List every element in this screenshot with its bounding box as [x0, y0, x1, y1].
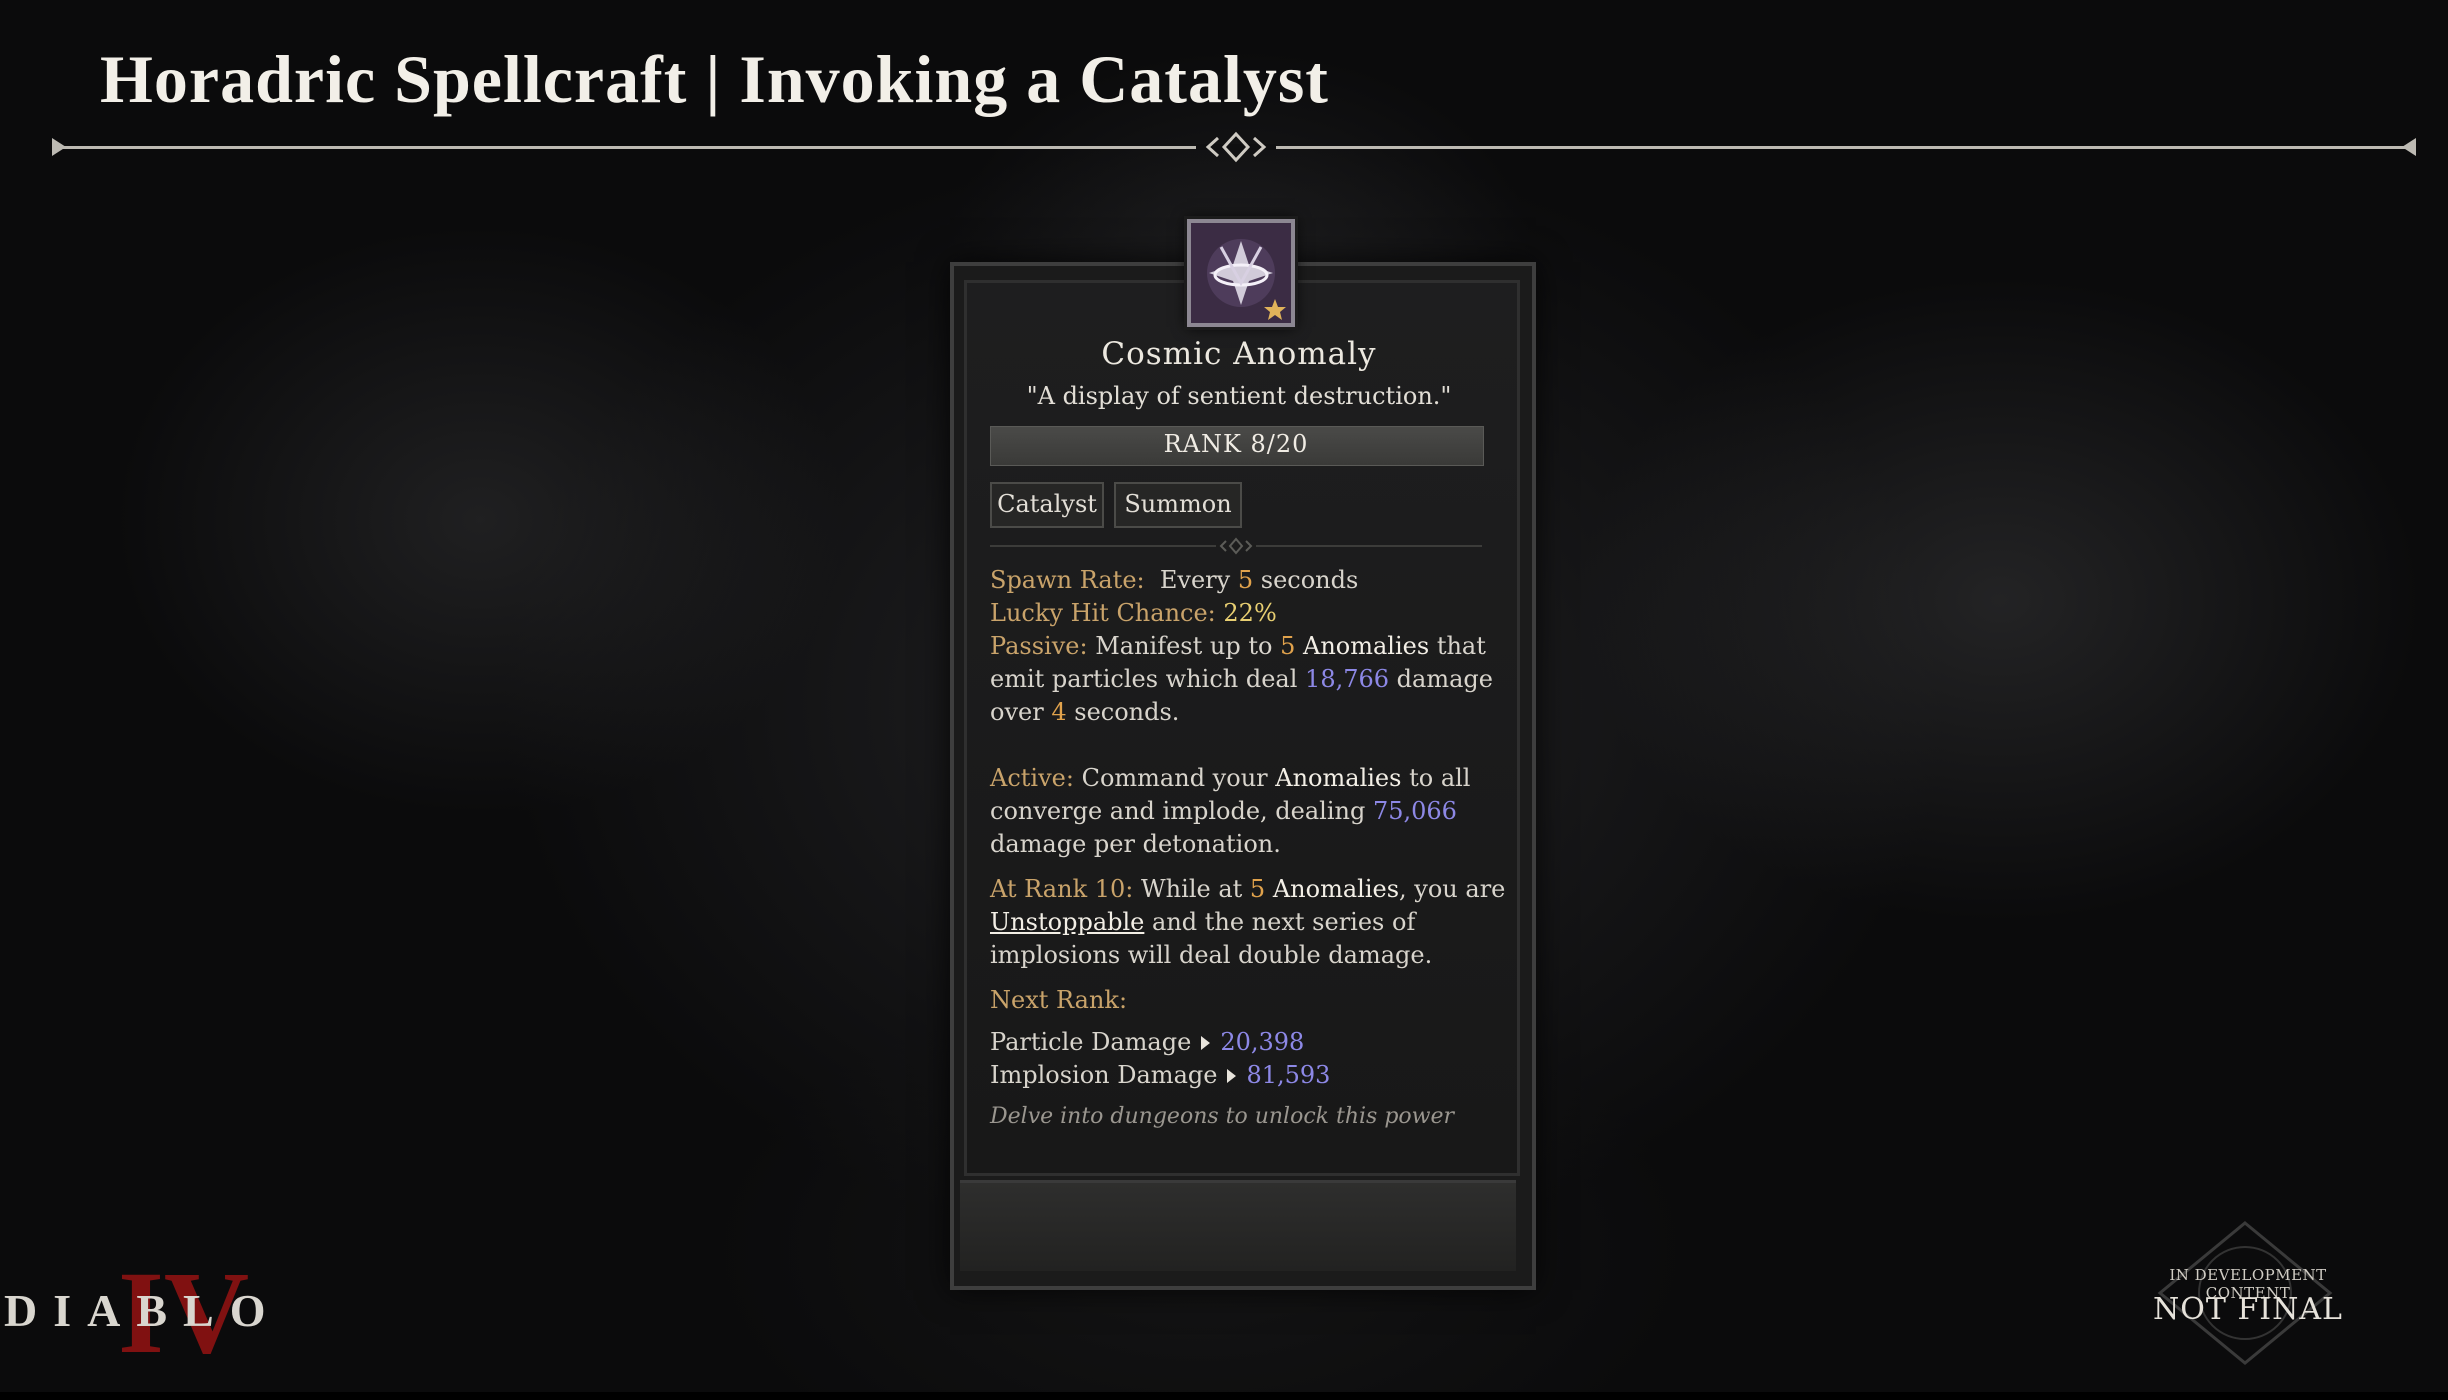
arrow-right-icon	[1227, 1068, 1237, 1083]
bottom-bar	[0, 1392, 2448, 1400]
power-name: Cosmic Anomaly	[1101, 336, 1377, 372]
rank10-count: 5	[1249, 875, 1266, 903]
lucky-hit-label: Lucky Hit Chance:	[990, 599, 1216, 627]
rank10-line-2: Unstoppable and the next series of	[990, 908, 1415, 936]
spawn-rate-value: 5	[1237, 566, 1254, 594]
divider-ornament-icon	[1196, 131, 1276, 163]
passive-count: 5	[1280, 632, 1296, 660]
spawn-rate-label: Spawn Rate:	[990, 566, 1145, 594]
passive-line-3: over 4 seconds.	[990, 698, 1179, 726]
rank10-text: and the next series of	[1152, 908, 1416, 936]
lucky-hit-value: 22%	[1223, 599, 1277, 627]
passive-text: emit particles which deal	[990, 665, 1298, 693]
power-flavor-text: "A display of sentient destruction."	[1026, 382, 1452, 410]
rank-label: RANK 8/20	[1163, 430, 1309, 458]
active-line-2: converge and implode, dealing 75,066	[990, 797, 1457, 825]
active-label: Active:	[990, 764, 1074, 792]
active-keyword: Anomalies	[1275, 764, 1402, 792]
passive-damage-value: 18,766	[1305, 665, 1390, 693]
unstoppable-link[interactable]: Unstoppable	[990, 908, 1144, 936]
rank10-keyword: Anomalies	[1272, 875, 1400, 903]
passive-line-1: Passive: Manifest up to 5 Anomalies that	[990, 632, 1486, 660]
passive-text: over	[990, 698, 1044, 726]
active-line-1: Active: Command your Anomalies to all	[990, 764, 1470, 792]
passive-text: Manifest up to	[1095, 632, 1273, 660]
rank10-label: At Rank 10:	[990, 875, 1134, 903]
rank10-text: , you are	[1399, 875, 1506, 903]
page-title: Horadric Spellcraft | Invoking a Catalys…	[100, 41, 1329, 117]
implosion-damage-label: Implosion Damage	[990, 1061, 1218, 1089]
passive-duration: 4	[1051, 698, 1067, 726]
particle-damage-value: 20,398	[1220, 1028, 1305, 1056]
diablo-logo: DIABLO	[4, 1285, 282, 1336]
implosion-damage-line: Implosion Damage 81,593	[990, 1061, 1330, 1089]
active-text: to all	[1409, 764, 1471, 792]
unlock-hint: Delve into dungeons to unlock this power	[990, 1104, 1455, 1129]
spawn-rate-post: seconds	[1260, 566, 1359, 594]
watermark-title: NOT FINAL	[2153, 1292, 2343, 1327]
rank10-line-1: At Rank 10: While at 5 Anomalies, you ar…	[990, 875, 1505, 903]
active-text: converge and implode, dealing	[990, 797, 1366, 825]
rank10-line-3: implosions will deal double damage.	[990, 941, 1432, 969]
particle-damage-line: Particle Damage 20,398	[990, 1028, 1304, 1056]
spawn-rate-line: Spawn Rate: Every 5 seconds	[990, 566, 1358, 594]
divider-cap-left	[52, 138, 66, 156]
active-line-3: damage per detonation.	[990, 830, 1281, 858]
active-text: damage per detonation.	[990, 830, 1281, 858]
passive-text: seconds.	[1074, 698, 1180, 726]
arrow-right-icon	[1201, 1035, 1211, 1050]
passive-keyword: Anomalies	[1302, 632, 1430, 660]
rank10-text: While at	[1141, 875, 1243, 903]
active-text: Command your	[1081, 764, 1268, 792]
particle-damage-label: Particle Damage	[990, 1028, 1192, 1056]
next-rank-label: Next Rank:	[990, 986, 1128, 1014]
spawn-rate-pre: Every	[1159, 566, 1231, 594]
cosmic-anomaly-icon	[1187, 219, 1295, 327]
power-tooltip-footer	[960, 1180, 1516, 1271]
passive-label: Passive:	[990, 632, 1088, 660]
active-damage-value: 75,066	[1372, 797, 1457, 825]
implosion-damage-value: 81,593	[1246, 1061, 1331, 1089]
tag-summon: Summon	[1114, 482, 1242, 528]
tag-catalyst: Catalyst	[990, 482, 1104, 528]
lucky-hit-line: Lucky Hit Chance: 22%	[990, 599, 1277, 627]
divider-cap-right	[2402, 138, 2416, 156]
rank10-text: implosions will deal double damage.	[990, 941, 1433, 969]
passive-text: that	[1436, 632, 1486, 660]
divider-ornament-icon	[1216, 537, 1256, 555]
passive-text: damage	[1396, 665, 1493, 693]
passive-line-2: emit particles which deal 18,766 damage	[990, 665, 1493, 693]
